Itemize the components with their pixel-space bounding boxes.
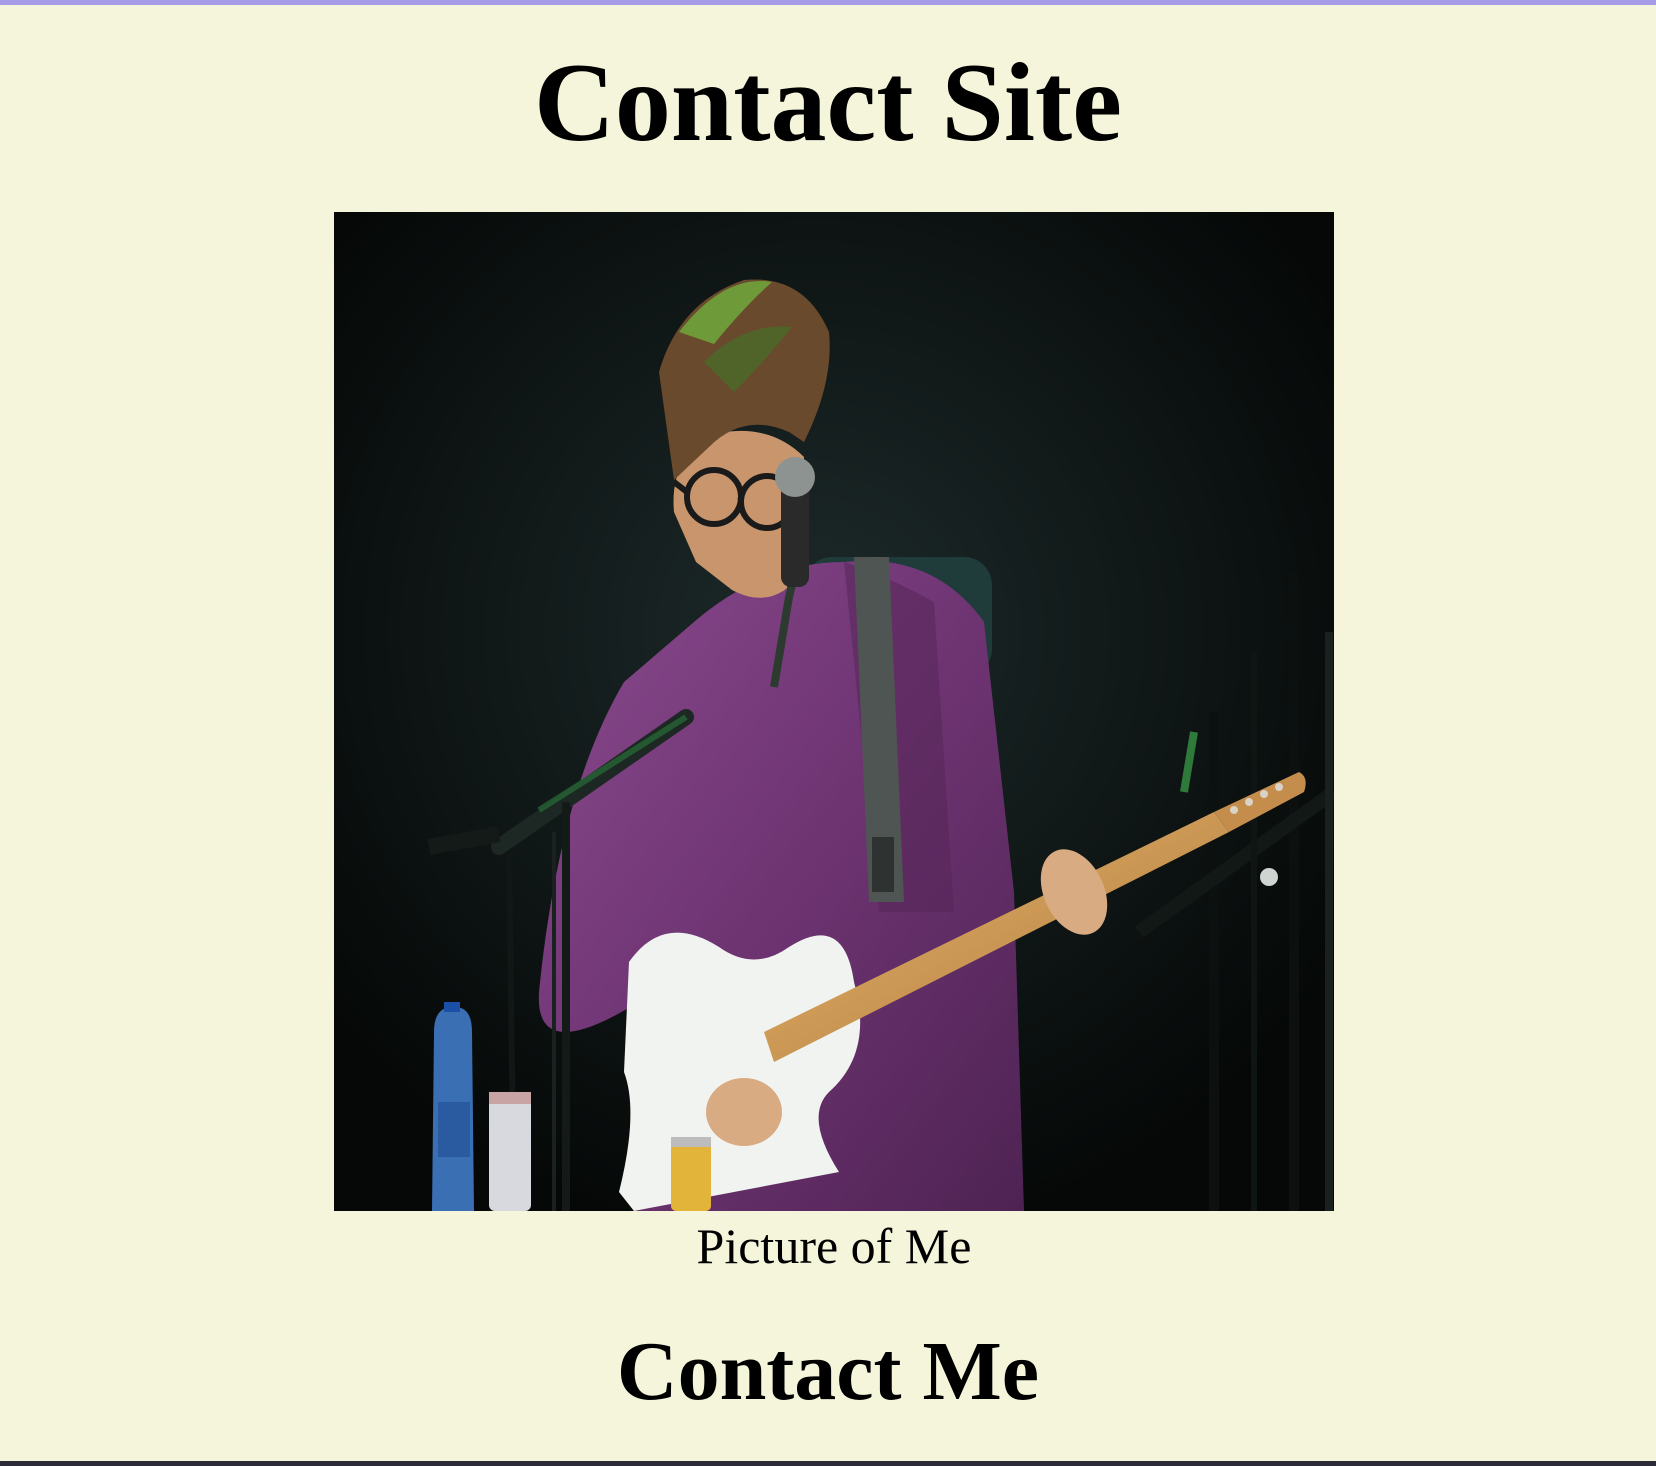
page-title: Contact Site bbox=[534, 41, 1122, 165]
profile-figure: Picture of Me bbox=[334, 212, 1334, 1281]
contact-me-heading: Contact Me bbox=[616, 1325, 1040, 1418]
profile-photo bbox=[334, 212, 1334, 1211]
photo-caption: Picture of Me bbox=[696, 1218, 972, 1274]
bottom-edge-bar bbox=[0, 1461, 1656, 1466]
top-accent-bar bbox=[0, 0, 1656, 5]
